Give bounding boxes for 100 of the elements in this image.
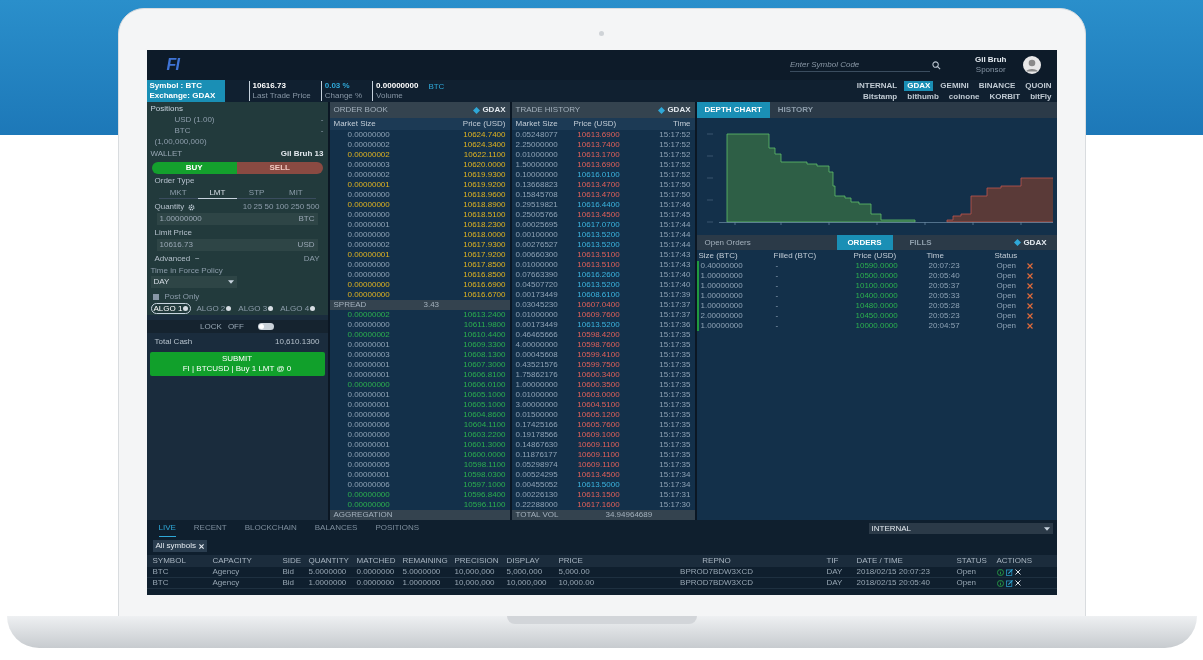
- search-field[interactable]: Enter Symbol Code: [789, 58, 930, 72]
- edit-icon[interactable]: [1005, 568, 1013, 576]
- quantity-preset[interactable]: 10: [242, 202, 252, 212]
- side-tab[interactable]: BUY: [151, 162, 237, 174]
- trade-price: 10599.7500: [576, 360, 621, 370]
- quantity-preset[interactable]: 25: [253, 202, 263, 212]
- cancel-icon[interactable]: [1026, 303, 1033, 309]
- exchange-label: GDAX: [482, 105, 506, 115]
- chart-tab[interactable]: HISTORY: [769, 102, 821, 118]
- trade-time: 15:17:35: [659, 380, 691, 390]
- exchange-tab[interactable]: INTERNAL: [853, 80, 901, 91]
- orders-tab[interactable]: FILLS: [892, 235, 949, 250]
- order-size: 0.00000006: [347, 410, 390, 420]
- order-type-tab[interactable]: LMT: [197, 187, 237, 199]
- stat-label: Last Trade Price: [252, 91, 311, 101]
- close-icon[interactable]: [1014, 580, 1021, 586]
- checkbox[interactable]: [152, 293, 159, 300]
- order-size: 0.00000002: [347, 170, 390, 180]
- quantity-preset[interactable]: 250: [290, 202, 305, 212]
- chart-tab[interactable]: DEPTH CHART: [696, 102, 770, 118]
- trade-time: 15:17:46: [659, 200, 691, 210]
- gear-icon[interactable]: [188, 203, 196, 211]
- cancel-icon[interactable]: [1026, 293, 1033, 299]
- algo-option[interactable]: ALGO 4: [278, 303, 318, 314]
- table-cell-text: Open: [956, 567, 978, 577]
- bottom-tab[interactable]: BLOCKCHAIN: [244, 520, 297, 537]
- quantity-field[interactable]: 1.00000000 BTC: [156, 213, 318, 225]
- order-type-tab[interactable]: STP: [237, 187, 277, 199]
- position-value: -: [320, 126, 324, 137]
- algo-option[interactable]: ALGO 3: [236, 303, 276, 314]
- submit-button[interactable]: SUBMIT FI | BTCUSD | Buy 1 LMT @ 0: [149, 352, 325, 376]
- side-tab[interactable]: SELL: [237, 162, 323, 174]
- exchange-tab[interactable]: coinone: [945, 91, 983, 102]
- trade-time: 15:17:35: [659, 420, 691, 430]
- trade-size: 0.11876177: [515, 450, 559, 460]
- cancel-icon[interactable]: [1026, 283, 1033, 289]
- order-size: 0.00000003: [347, 160, 390, 170]
- orders-tab[interactable]: ORDERS: [836, 235, 893, 250]
- close-icon[interactable]: [198, 543, 204, 549]
- trade-price: 10604.5100: [576, 400, 621, 410]
- exchange-tab[interactable]: GEMINI: [937, 80, 972, 91]
- quantity-preset[interactable]: 500: [306, 202, 320, 212]
- algo-option[interactable]: ALGO 2: [194, 303, 234, 314]
- order-price: 10605.1000: [463, 400, 506, 410]
- trade-time: 15:17:39: [659, 290, 691, 300]
- avatar-icon[interactable]: [1022, 56, 1041, 74]
- trade-price: 10613.5100: [576, 250, 621, 260]
- exchange-tab[interactable]: Bitstamp: [860, 91, 901, 102]
- order-filled: -: [775, 271, 780, 281]
- trade-time: 15:17:35: [659, 400, 691, 410]
- filter-chip[interactable]: All symbols: [152, 540, 207, 552]
- cancel-icon[interactable]: [1026, 263, 1033, 269]
- exchange-tab[interactable]: bitFly: [1027, 91, 1055, 102]
- bottom-tab[interactable]: POSITIONS: [375, 520, 419, 537]
- order-size: 0.00000002: [347, 330, 390, 340]
- table-cell-text: 5,000,000: [506, 567, 544, 577]
- diamond-icon: [473, 106, 481, 114]
- order-price: 10606.8100: [463, 370, 506, 380]
- exchange-tab[interactable]: GDAX: [904, 80, 934, 91]
- search-icon[interactable]: [931, 60, 941, 70]
- info-icon[interactable]: [996, 568, 1004, 576]
- toggle-switch[interactable]: [257, 323, 274, 330]
- trade-size: 0.10000000: [515, 170, 559, 180]
- cancel-icon[interactable]: [1026, 273, 1033, 279]
- order-type-tab[interactable]: MIT: [276, 187, 316, 199]
- close-icon[interactable]: [1014, 569, 1021, 575]
- bottom-tab[interactable]: RECENT: [193, 520, 227, 537]
- cancel-icon[interactable]: [1026, 323, 1033, 329]
- order-size: 0.00000000: [347, 450, 390, 460]
- exchange-tab[interactable]: bithumb: [904, 91, 942, 102]
- exchange-tab[interactable]: KORBIT: [986, 91, 1024, 102]
- info-icon[interactable]: [996, 579, 1004, 587]
- trade-time: 15:17:50: [659, 180, 691, 190]
- exchange-tab[interactable]: BINANCE: [975, 80, 1019, 91]
- bottom-tab[interactable]: LIVE: [158, 520, 176, 537]
- lock-state: OFF: [227, 321, 244, 332]
- trade-time: 15:17:35: [659, 410, 691, 420]
- trade-price: 10613.4500: [576, 470, 621, 480]
- order-price: 10618.5100: [463, 210, 506, 220]
- trade-time: 15:17:30: [659, 500, 691, 510]
- trade-size: 0.00276527: [515, 240, 559, 250]
- order-size: 0.00000001: [347, 250, 390, 260]
- trade-size: 4.00000000: [515, 340, 559, 350]
- collapse-toggle[interactable]: −: [195, 253, 200, 264]
- checkbox-label: Post Only: [164, 291, 200, 302]
- edit-icon[interactable]: [1005, 579, 1013, 587]
- venue-dropdown[interactable]: INTERNAL: [868, 523, 1053, 534]
- order-size: 1.00000000: [700, 291, 744, 301]
- quantity-preset[interactable]: 100: [275, 202, 289, 212]
- tif-dropdown[interactable]: DAY: [150, 276, 237, 288]
- cancel-icon[interactable]: [1026, 313, 1033, 319]
- exchange-tab[interactable]: QUOIN: [1022, 80, 1055, 91]
- order-type-tab[interactable]: MKT: [158, 187, 198, 199]
- panel-title: TRADE HISTORY: [515, 105, 581, 115]
- quantity-preset[interactable]: 50: [264, 202, 274, 212]
- bottom-tab[interactable]: BALANCES: [314, 520, 358, 537]
- trade-time: 15:17:35: [659, 390, 691, 400]
- trade-price: 10613.5100: [576, 260, 621, 270]
- limit-price-field[interactable]: 10616.73 USD: [156, 239, 318, 251]
- panel-title: ORDER BOOK: [333, 105, 388, 115]
